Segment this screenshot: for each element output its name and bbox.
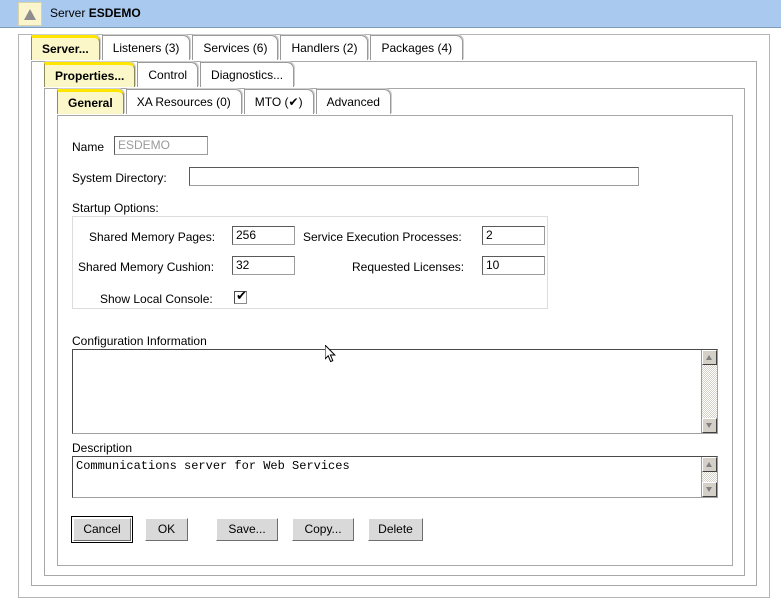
tab-diagnostics[interactable]: Diagnostics... — [200, 62, 294, 87]
show-local-console-checkbox[interactable]: ✔ — [234, 291, 247, 304]
tab-control[interactable]: Control — [137, 62, 198, 87]
tab-mto[interactable]: MTO (✔) — [244, 89, 314, 114]
configuration-scrollbar[interactable] — [701, 350, 717, 433]
save-button[interactable]: Save... — [216, 518, 278, 541]
tabstrip-level3: General XA Resources (0) MTO (✔) Advance… — [57, 89, 697, 116]
shared-memory-cushion-input[interactable]: 32 — [232, 256, 295, 275]
show-local-console-label: Show Local Console: — [100, 292, 213, 306]
general-panel: Name ESDEMO System Directory: Startup Op… — [57, 115, 733, 566]
service-execution-processes-input[interactable]: 2 — [482, 226, 545, 245]
tab-handlers[interactable]: Handlers (2) — [280, 35, 368, 60]
properties-panel: General XA Resources (0) MTO (✔) Advance… — [44, 88, 745, 576]
tab-properties[interactable]: Properties... — [44, 62, 135, 87]
shared-memory-cushion-label: Shared Memory Cushion: — [78, 260, 214, 274]
window-title-name: ESDEMO — [89, 6, 141, 20]
shared-memory-pages-label: Shared Memory Pages: — [89, 230, 215, 244]
tab-services[interactable]: Services (6) — [192, 35, 278, 60]
outer-panel: Server... Listeners (3) Services (6) Han… — [18, 34, 770, 598]
tab-listeners[interactable]: Listeners (3) — [102, 35, 191, 60]
description-scrollbar[interactable] — [701, 457, 717, 497]
requested-licenses-input[interactable]: 10 — [482, 256, 545, 275]
configuration-information-label: Configuration Information — [72, 334, 207, 348]
description-textarea[interactable]: Communications server for Web Services — [72, 456, 718, 498]
scroll-up-icon[interactable] — [702, 457, 717, 472]
system-directory-label: System Directory: — [72, 171, 167, 185]
scroll-down-icon[interactable] — [702, 418, 717, 433]
system-directory-input[interactable] — [189, 167, 639, 186]
requested-licenses-label: Requested Licenses: — [352, 260, 464, 274]
window-title: Server ESDEMO — [50, 6, 141, 20]
shared-memory-pages-input[interactable]: 256 — [232, 226, 295, 245]
description-value: Communications server for Web Services — [73, 457, 700, 497]
scroll-up-icon[interactable] — [702, 350, 717, 365]
copy-button[interactable]: Copy... — [292, 518, 354, 541]
cancel-button[interactable]: Cancel — [73, 518, 131, 541]
application-window: Server ESDEMO Server... Listeners (3) Se… — [0, 0, 781, 608]
tab-advanced[interactable]: Advanced — [316, 89, 391, 114]
window-title-prefix: Server — [50, 6, 85, 20]
service-execution-processes-label: Service Execution Processes: — [303, 230, 462, 244]
title-bar: Server ESDEMO — [0, 0, 781, 28]
tab-server[interactable]: Server... — [31, 35, 100, 60]
tabstrip-level2: Properties... Control Diagnostics... — [44, 62, 704, 89]
tabstrip-level1: Server... Listeners (3) Services (6) Han… — [31, 35, 731, 62]
startup-options-label: Startup Options: — [72, 201, 159, 215]
server-panel: Properties... Control Diagnostics... Gen… — [31, 61, 757, 586]
configuration-information-value — [73, 350, 700, 433]
tab-packages[interactable]: Packages (4) — [370, 35, 463, 60]
configuration-information-textarea[interactable] — [72, 349, 718, 434]
triangle-icon — [18, 2, 42, 26]
name-label: Name — [72, 140, 104, 154]
scroll-down-icon[interactable] — [702, 482, 717, 497]
delete-button[interactable]: Delete — [368, 518, 423, 541]
tab-xa-resources[interactable]: XA Resources (0) — [126, 89, 242, 114]
tab-general[interactable]: General — [57, 89, 124, 114]
ok-button[interactable]: OK — [145, 518, 188, 541]
general-form: Name ESDEMO System Directory: Startup Op… — [58, 116, 734, 567]
description-label: Description — [72, 441, 132, 455]
check-icon: ✔ — [236, 289, 247, 305]
name-input[interactable]: ESDEMO — [114, 136, 208, 155]
